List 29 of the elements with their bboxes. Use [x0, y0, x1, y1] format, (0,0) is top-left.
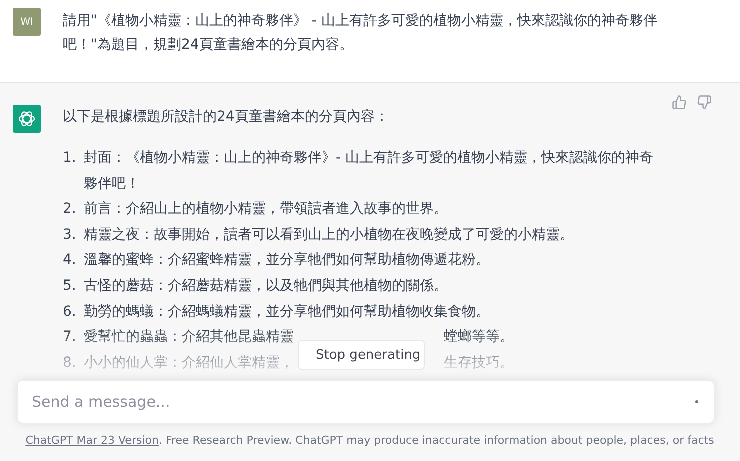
- assistant-intro: 以下是根據標題所設計的24頁童書繪本的分頁內容：: [63, 108, 390, 127]
- footer-disclaimer: . Free Research Preview. ChatGPT may produce inaccurate information about people, places, or facts: [158, 434, 714, 447]
- list-number: 5.: [63, 276, 78, 296]
- user-avatar: WI: [13, 8, 41, 36]
- list-item-text: 前言：介紹山上的植物小精靈，帶領讀者進入故事的世界。: [84, 201, 448, 218]
- message-input[interactable]: Send a message...: [17, 380, 715, 424]
- list-item-text: 精靈之夜：故事開始，讀者可以看到山上的小植物在夜晚變成了可愛的小精靈。: [84, 226, 574, 243]
- list-item-text: 勤勞的螞蟻：介紹螞蟻精靈，並分享牠們如何幫助植物收集食物。: [84, 304, 490, 320]
- list-item-text: 封面：《植物小精靈：山上的神奇夥伴》- 山上有許多可愛的植物小精靈，快來認識你的神奇夥伴吧！: [84, 150, 654, 192]
- stop-generating-button[interactable]: Stop generating: [298, 340, 425, 370]
- version-link[interactable]: ChatGPT Mar 23 Version: [26, 434, 159, 447]
- list-item-text: 古怪的蘑菇：介紹蘑菇精靈，以及牠們與其他植物的關係。: [84, 278, 448, 294]
- user-message: 請用"《植物小精靈：山上的神奇夥伴》 - 山上有許多可愛的植物小精靈，快來認識你的神奇夥伴吧！"為題目，規劃24頁童書繪本的分頁內容。: [63, 12, 658, 55]
- list-number: 1.: [63, 149, 78, 168]
- thumbs-down-icon[interactable]: [697, 95, 712, 110]
- list-item-text: 生存技巧。: [444, 354, 514, 371]
- loading-dot-icon: [695, 400, 699, 404]
- list-number: 7.: [63, 328, 78, 348]
- list-item-text: 溫馨的蜜蜂：介紹蜜蜂精靈，並分享牠們如何幫助植物傳遞花粉。: [84, 252, 490, 268]
- assistant-avatar: [13, 105, 41, 133]
- list-number: 3.: [63, 226, 78, 245]
- list-number: 6.: [63, 302, 78, 322]
- list-item-text: 愛幫忙的蟲蟲：介紹其他昆蟲精靈: [84, 329, 294, 346]
- list-item-text: 小小的仙人掌：介紹仙人掌精靈，: [84, 354, 294, 371]
- list-number: 2.: [63, 200, 78, 220]
- list-item-text: 螳螂等等。: [444, 329, 514, 346]
- thumbs-up-icon[interactable]: [672, 95, 687, 110]
- list-number: 8.: [63, 354, 78, 373]
- list-number: 4.: [63, 251, 78, 270]
